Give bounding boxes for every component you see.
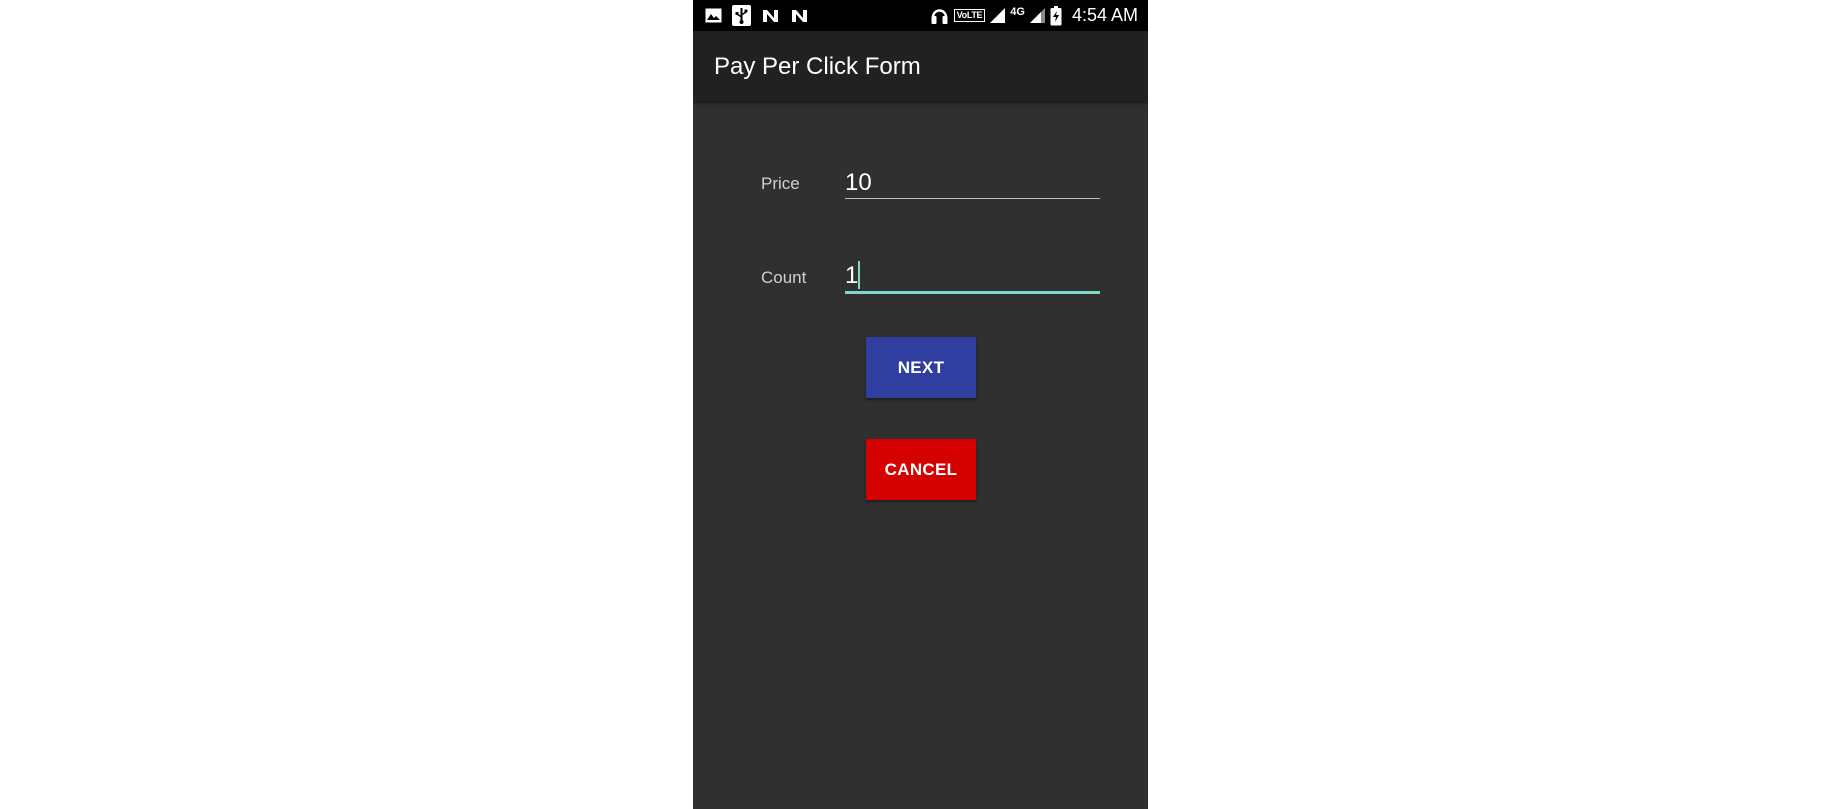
status-bar: VoLTE 4G 4:54 AM [693,0,1148,31]
price-input[interactable] [845,166,1100,200]
count-label: Count [761,268,807,287]
price-input-underline [845,198,1100,199]
n-notification-icon [790,8,809,23]
text-cursor [858,261,860,289]
count-input-underline [845,291,1100,294]
battery-charging-icon [1050,5,1062,26]
status-bar-system: VoLTE 4G 4:54 AM [930,5,1138,26]
image-icon [705,8,722,23]
count-input[interactable] [845,259,1100,293]
volte-badge: VoLTE [953,9,986,22]
headphones-icon [930,6,949,25]
cancel-button[interactable]: CANCEL [866,439,976,500]
phone-screen: VoLTE 4G 4:54 AM Pay Per Click Form Pric… [693,0,1148,809]
next-button[interactable]: NEXT [866,337,976,398]
signal-icon [1029,8,1045,23]
network-4g-label: 4G [1010,5,1025,18]
status-bar-time: 4:54 AM [1071,5,1138,25]
status-bar-notifications [705,5,809,26]
n-notification-icon [761,8,780,23]
app-bar: Pay Per Click Form [693,31,1148,101]
page-title: Pay Per Click Form [714,53,921,80]
price-label: Price [761,174,800,193]
usb-icon [732,5,751,26]
signal-icon [990,8,1006,23]
